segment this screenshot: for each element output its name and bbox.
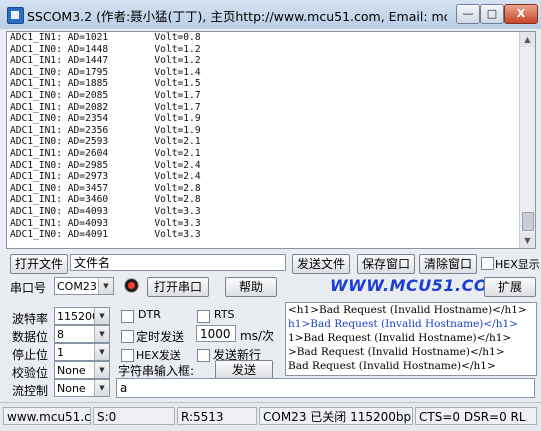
reply-line: 1>Bad Request (Invalid Hostname)</h1> bbox=[288, 332, 512, 344]
port-status-led-icon bbox=[124, 278, 139, 293]
status-site: www.mcu51.cor bbox=[3, 407, 91, 425]
dtr-label: DTR bbox=[138, 308, 161, 321]
chevron-down-icon: ▼ bbox=[94, 308, 109, 324]
hex-display-checkbox[interactable] bbox=[481, 257, 494, 270]
reply-line: h1>Bad Request (Invalid Hostname)</h1> bbox=[288, 318, 518, 330]
chevron-down-icon: ▼ bbox=[98, 278, 113, 294]
window-title: SSCOM3.2 (作者:聂小猛(丁丁), 主页http://www.mcu51… bbox=[27, 9, 447, 24]
stopbits-label: 停止位 bbox=[12, 348, 49, 362]
log-line: ADC1_IN1: AD=3460 Volt=2.8 bbox=[10, 194, 201, 206]
log-line: ADC1_IN1: AD=2973 Volt=2.4 bbox=[10, 171, 201, 183]
baud-select[interactable]: 115200 ▼ bbox=[54, 307, 110, 325]
port-label: 串口号 bbox=[10, 281, 47, 295]
timed-send-checkbox[interactable] bbox=[121, 330, 134, 343]
flow-select[interactable]: None ▼ bbox=[54, 379, 110, 397]
scroll-up-icon[interactable]: ▲ bbox=[520, 32, 535, 47]
save-window-button[interactable]: 保存窗口 bbox=[357, 254, 415, 274]
help-button[interactable]: 帮助 bbox=[225, 277, 277, 297]
baud-label: 波特率 bbox=[12, 312, 49, 326]
port-select[interactable]: COM23 ▼ bbox=[54, 277, 114, 295]
hex-send-checkbox[interactable] bbox=[121, 349, 134, 362]
interval-input[interactable]: 1000 bbox=[196, 325, 236, 342]
chevron-down-icon: ▼ bbox=[94, 326, 109, 342]
rts-checkbox[interactable] bbox=[197, 310, 210, 323]
parity-value: None bbox=[57, 364, 86, 377]
port-value: COM23 bbox=[57, 280, 97, 293]
status-bar: www.mcu51.cor S:0 R:5513 COM23 已关闭 11520… bbox=[0, 402, 541, 431]
flow-label: 流控制 bbox=[12, 384, 49, 398]
parity-select[interactable]: None ▼ bbox=[54, 361, 110, 379]
expand-button[interactable]: 扩展 bbox=[484, 277, 536, 297]
databits-select[interactable]: 8 ▼ bbox=[54, 325, 110, 343]
log-line: ADC1_IN0: AD=1795 Volt=1.4 bbox=[10, 66, 201, 78]
stopbits-select[interactable]: 1 ▼ bbox=[54, 343, 110, 361]
minimize-button[interactable]: — bbox=[456, 4, 480, 24]
dtr-checkbox[interactable] bbox=[121, 310, 134, 323]
hex-send-label: HEX发送 bbox=[136, 349, 181, 362]
status-sent: S:0 bbox=[93, 407, 175, 425]
app-icon bbox=[7, 7, 24, 24]
log-lines: ADC1_IN1: AD=1021 Volt=0.8 ADC1_IN0: AD=1… bbox=[10, 32, 515, 241]
scroll-down-icon[interactable]: ▼ bbox=[520, 233, 535, 248]
hex-display-label: HEX显示 bbox=[495, 258, 540, 271]
send-newline-checkbox[interactable] bbox=[197, 349, 210, 362]
log-line: ADC1_IN1: AD=1021 Volt=0.8 bbox=[10, 32, 201, 43]
log-line: ADC1_IN0: AD=2985 Volt=2.4 bbox=[10, 159, 201, 171]
flow-value: None bbox=[57, 382, 86, 395]
send-button[interactable]: 发送 bbox=[215, 360, 273, 380]
databits-value: 8 bbox=[57, 328, 64, 341]
status-lines: CTS=0 DSR=0 RL bbox=[415, 407, 537, 425]
baud-value: 115200 bbox=[57, 310, 99, 323]
filename-field[interactable]: 文件名 bbox=[70, 254, 286, 271]
log-line: ADC1_IN0: AD=2085 Volt=1.7 bbox=[10, 89, 201, 101]
reply-line: >Bad Request (Invalid Hostname)</h1> bbox=[288, 346, 505, 358]
chevron-down-icon: ▼ bbox=[94, 380, 109, 396]
rts-label: RTS bbox=[214, 308, 235, 321]
timed-send-label: 定时发送 bbox=[136, 330, 185, 344]
status-received: R:5513 bbox=[177, 407, 257, 425]
reply-lines: <h1>Bad Request (Invalid Hostname)</h1> h… bbox=[286, 303, 536, 373]
stopbits-value: 1 bbox=[57, 346, 64, 359]
log-scrollbar[interactable]: ▲ ▼ bbox=[519, 32, 535, 248]
log-line: ADC1_IN0: AD=4091 Volt=3.3 bbox=[10, 229, 201, 241]
log-line: ADC1_IN0: AD=2593 Volt=2.1 bbox=[10, 136, 201, 148]
close-button[interactable]: X bbox=[504, 4, 538, 24]
log-line: ADC1_IN1: AD=4093 Volt=3.3 bbox=[10, 217, 201, 229]
title-bar: SSCOM3.2 (作者:聂小猛(丁丁), 主页http://www.mcu51… bbox=[0, 0, 541, 30]
brand-link[interactable]: WWW.MCU51.COM bbox=[330, 276, 504, 295]
reply-line: Bad Request (Invalid Hostname)</h1> bbox=[288, 360, 496, 372]
string-input[interactable]: a bbox=[116, 378, 535, 398]
chevron-down-icon: ▼ bbox=[94, 362, 109, 378]
log-line: ADC1_IN1: AD=2356 Volt=1.9 bbox=[10, 124, 201, 136]
status-port-state: COM23 已关闭 115200bp bbox=[259, 407, 413, 425]
parity-label: 校验位 bbox=[12, 366, 49, 380]
open-port-button[interactable]: 打开串口 bbox=[147, 277, 209, 297]
log-line: ADC1_IN1: AD=1885 Volt=1.5 bbox=[10, 78, 201, 90]
scroll-thumb[interactable] bbox=[522, 212, 534, 231]
chevron-down-icon: ▼ bbox=[94, 344, 109, 360]
clear-window-button[interactable]: 清除窗口 bbox=[419, 254, 477, 274]
log-line: ADC1_IN1: AD=2604 Volt=2.1 bbox=[10, 147, 201, 159]
databits-label: 数据位 bbox=[12, 330, 49, 344]
log-line: ADC1_IN0: AD=4093 Volt=3.3 bbox=[10, 205, 201, 217]
maximize-button[interactable]: □ bbox=[480, 4, 504, 24]
interval-unit: ms/次 bbox=[240, 329, 274, 343]
open-file-button[interactable]: 打开文件 bbox=[10, 254, 68, 274]
log-line: ADC1_IN1: AD=2082 Volt=1.7 bbox=[10, 101, 201, 113]
log-line: ADC1_IN0: AD=2354 Volt=1.9 bbox=[10, 113, 201, 125]
reply-line: <h1>Bad Request (Invalid Hostname)</h1> bbox=[288, 304, 527, 316]
reply-preview: <h1>Bad Request (Invalid Hostname)</h1> h… bbox=[285, 302, 537, 376]
receive-log[interactable]: ADC1_IN1: AD=1021 Volt=0.8 ADC1_IN0: AD=1… bbox=[6, 31, 536, 249]
log-line: ADC1_IN0: AD=1448 Volt=1.2 bbox=[10, 43, 201, 55]
send-file-button[interactable]: 发送文件 bbox=[292, 254, 350, 274]
input-label: 字符串输入框: bbox=[118, 364, 195, 378]
log-line: ADC1_IN1: AD=1447 Volt=1.2 bbox=[10, 55, 201, 67]
log-line: ADC1_IN0: AD=3457 Volt=2.8 bbox=[10, 182, 201, 194]
